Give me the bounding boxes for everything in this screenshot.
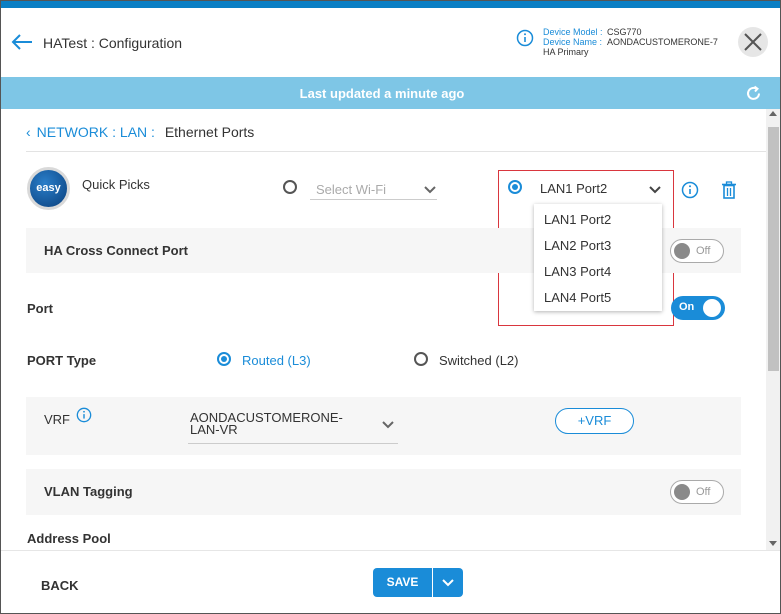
scroll-up-arrow[interactable] xyxy=(769,111,777,116)
device-info: Device Model : CSG770 Device Name : AONDAC… xyxy=(543,27,718,57)
device-model-value: CSG770 xyxy=(607,27,642,37)
routed-label[interactable]: Routed (L3) xyxy=(242,353,311,368)
wifi-radio[interactable] xyxy=(283,180,297,194)
chevron-down-icon xyxy=(442,579,454,587)
easy-logo: easy xyxy=(27,167,70,210)
switched-radio[interactable] xyxy=(414,352,428,366)
port-toggle[interactable]: On xyxy=(671,296,725,320)
dropdown-option[interactable]: LAN3 Port4 xyxy=(544,264,611,279)
info-icon[interactable] xyxy=(516,29,534,47)
configuration-window: HATest : Configuration Device Model : CSG… xyxy=(0,0,781,614)
info-icon[interactable] xyxy=(681,181,699,199)
add-vrf-button[interactable]: +VRF xyxy=(555,408,634,434)
lan-radio[interactable] xyxy=(508,180,522,194)
routed-radio[interactable] xyxy=(217,352,231,366)
vrf-label: VRF xyxy=(44,412,70,427)
refresh-icon[interactable] xyxy=(745,85,762,102)
save-button[interactable]: SAVE xyxy=(373,568,432,597)
switched-label[interactable]: Switched (L2) xyxy=(439,353,518,368)
toggle-label: Off xyxy=(696,486,711,498)
port-type-label: PORT Type xyxy=(27,353,97,368)
chevron-down-icon xyxy=(424,186,436,194)
status-banner: Last updated a minute ago xyxy=(1,77,780,109)
toggle-label: Off xyxy=(696,245,711,257)
header: HATest : Configuration Device Model : CSG… xyxy=(1,8,780,77)
scrollbar-thumb[interactable] xyxy=(768,127,779,371)
back-button[interactable]: BACK xyxy=(41,578,79,593)
breadcrumb-current: Ethernet Ports xyxy=(164,124,255,140)
ha-cross-connect-label: HA Cross Connect Port xyxy=(44,243,188,258)
breadcrumb-lan[interactable]: LAN xyxy=(120,124,147,140)
vrf-select-value: AONDACUSTOMERONE-LAN-VR xyxy=(190,410,343,437)
trash-icon[interactable] xyxy=(721,181,737,199)
save-options-button[interactable] xyxy=(433,568,463,597)
address-pool-label: Address Pool xyxy=(27,531,111,546)
vlan-tagging-toggle[interactable]: Off xyxy=(670,480,724,504)
breadcrumb-network[interactable]: NETWORK xyxy=(37,124,109,140)
chevron-down-icon xyxy=(649,186,661,194)
vlan-tagging-row xyxy=(26,469,741,515)
chevron-left-icon[interactable]: ‹ xyxy=(26,124,31,140)
device-name-label: Device Name : xyxy=(543,37,603,47)
quick-picks-label: Quick Picks xyxy=(82,177,150,192)
toggle-knob xyxy=(674,243,690,259)
scroll-down-arrow[interactable] xyxy=(769,541,777,546)
lan-port-selected: LAN1 Port2 xyxy=(540,181,608,196)
close-icon xyxy=(744,33,762,51)
device-model-label: Device Model : xyxy=(543,27,603,37)
breadcrumb-separator: : xyxy=(112,124,117,140)
dropdown-option[interactable]: LAN4 Port5 xyxy=(544,290,611,305)
port-label: Port xyxy=(27,301,53,316)
toggle-label: On xyxy=(679,301,695,313)
back-arrow-icon[interactable] xyxy=(11,32,33,52)
breadcrumb: ‹ NETWORK : LAN : Ethernet Ports xyxy=(26,124,254,140)
divider xyxy=(26,151,766,152)
wifi-select[interactable]: Select Wi-Fi xyxy=(310,178,437,200)
scrollbar[interactable] xyxy=(766,109,780,550)
footer: BACK SAVE xyxy=(1,550,780,613)
dropdown-option[interactable]: LAN1 Port2 xyxy=(544,212,611,227)
device-name-value: AONDACUSTOMERONE-7 xyxy=(607,37,718,47)
close-button[interactable] xyxy=(738,27,768,57)
toggle-knob xyxy=(703,299,721,317)
top-accent-bar xyxy=(1,1,780,8)
wifi-select-placeholder: Select Wi-Fi xyxy=(316,182,387,197)
info-icon[interactable] xyxy=(76,407,92,423)
toggle-knob xyxy=(674,484,690,500)
vrf-select[interactable]: AONDACUSTOMERONE-LAN-VR xyxy=(188,410,398,444)
save-button-group: SAVE xyxy=(373,568,463,597)
page-title: HATest : Configuration xyxy=(43,35,183,51)
lan-port-dropdown: LAN1 Port2 LAN2 Port3 LAN3 Port4 LAN4 Po… xyxy=(534,204,662,311)
ha-role: HA Primary xyxy=(543,47,589,57)
dropdown-option[interactable]: LAN2 Port3 xyxy=(544,238,611,253)
chevron-down-icon xyxy=(382,421,394,429)
last-updated-text: Last updated a minute ago xyxy=(299,86,465,101)
ha-cross-connect-toggle[interactable]: Off xyxy=(670,239,724,263)
breadcrumb-separator: : xyxy=(151,124,155,140)
lan-port-select[interactable]: LAN1 Port2 xyxy=(533,174,668,202)
vlan-tagging-label: VLAN Tagging xyxy=(44,484,133,499)
